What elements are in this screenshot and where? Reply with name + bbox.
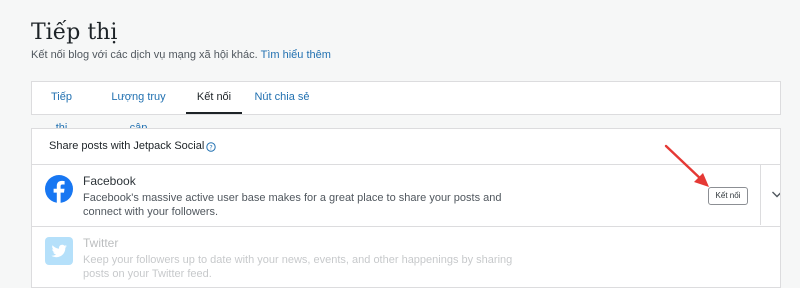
facebook-connect-button[interactable]: Kết nối <box>708 187 748 205</box>
social-connections-panel: Share posts with Jetpack Social ? Facebo… <box>31 128 781 288</box>
twitter-connection-row: Twitter Keep your followers up to date w… <box>32 227 780 287</box>
page-subtitle: Kết nối blog với các dịch vụ mạng xã hội… <box>31 49 331 61</box>
tab-connections[interactable]: Kết nối <box>186 82 242 114</box>
facebook-description: Facebook's massive active user base make… <box>83 192 502 218</box>
learn-more-link[interactable]: Tìm hiểu thêm <box>261 49 331 61</box>
svg-text:?: ? <box>209 144 212 151</box>
facebook-connection-row: Facebook Facebook's massive active user … <box>32 165 780 227</box>
help-icon[interactable]: ? <box>206 142 216 152</box>
facebook-expand-toggle[interactable] <box>761 165 780 225</box>
tabs-bar: Tiếp thị Lượng truy cập Kết nối Nút chia… <box>31 81 781 134</box>
tab-marketing[interactable]: Tiếp thị <box>44 82 79 134</box>
page-title: Tiếp thị <box>31 20 118 45</box>
panel-title: Share posts with Jetpack Social <box>49 140 205 152</box>
chevron-down-icon <box>772 191 780 198</box>
panel-header: Share posts with Jetpack Social ? <box>32 129 780 165</box>
tab-sharing-buttons[interactable]: Nút chia sẻ <box>251 82 313 114</box>
tab-traffic[interactable]: Lượng truy cập <box>101 82 176 134</box>
facebook-icon <box>45 175 73 203</box>
facebook-name: Facebook <box>83 174 136 188</box>
twitter-name: Twitter <box>83 236 119 250</box>
page-subtitle-text: Kết nối blog với các dịch vụ mạng xã hội… <box>31 49 258 61</box>
twitter-icon <box>45 237 73 265</box>
twitter-description: Keep your followers up to date with your… <box>83 254 513 280</box>
